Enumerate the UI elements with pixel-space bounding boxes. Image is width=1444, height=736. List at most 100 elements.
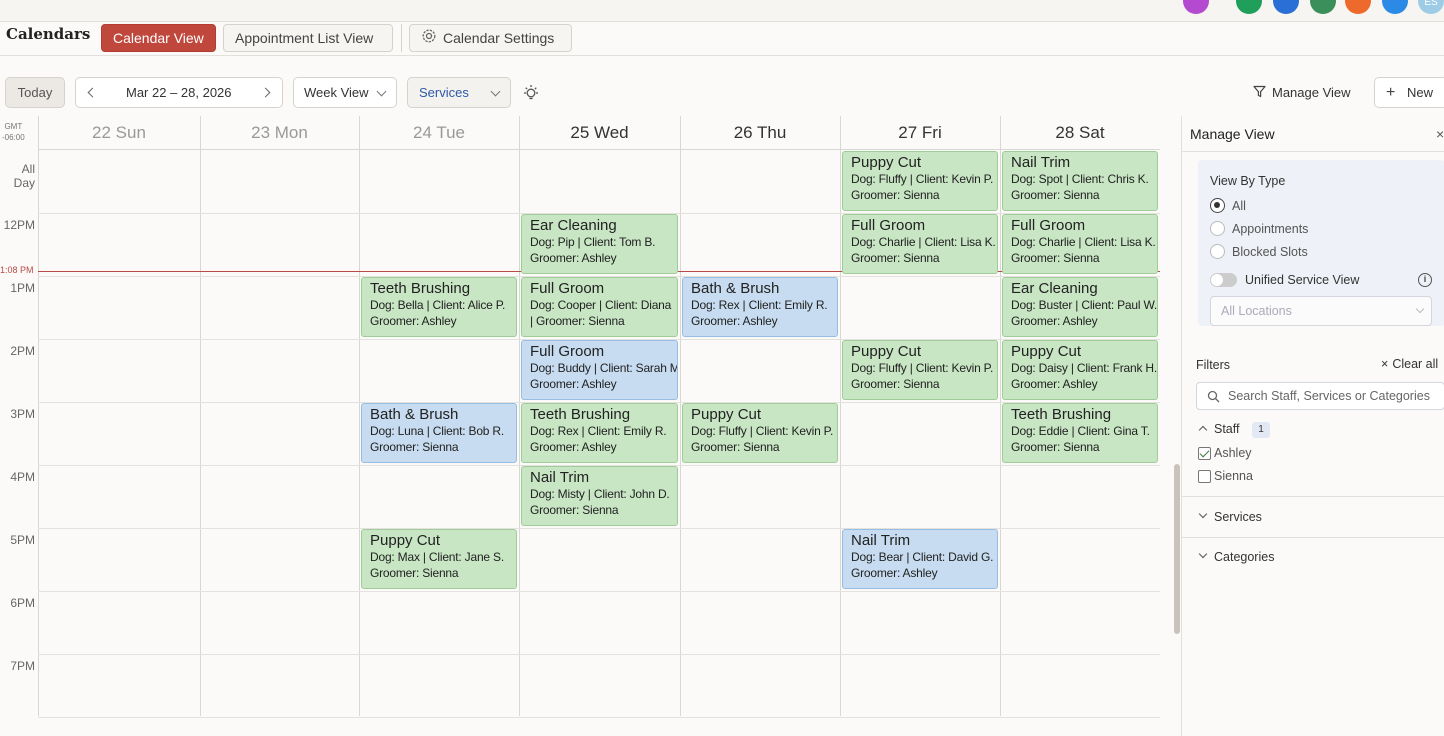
time-slot-line xyxy=(38,654,1160,655)
appointment-card[interactable]: Teeth Brushing Dog: Bella | Client: Alice… xyxy=(361,277,517,337)
lightbulb-icon[interactable] xyxy=(522,84,540,102)
services-section-header[interactable]: Services xyxy=(1196,508,1444,528)
chevron-down-icon xyxy=(1198,509,1208,519)
staff-label-sienna: Sienna xyxy=(1214,469,1253,483)
appointment-card[interactable]: Bath & Brush Dog: Rex | Client: Emily R. G… xyxy=(682,277,838,337)
day-column-divider xyxy=(38,116,39,716)
appointment-card[interactable]: Puppy Cut Dog: Fluffy | Client: Kevin P. G… xyxy=(682,403,838,463)
appointment-service: Puppy Cut xyxy=(691,406,762,423)
filter-icon xyxy=(1253,84,1266,104)
time-label: 6PM xyxy=(10,596,35,610)
appointment-details: Dog: Spot | Client: Chris K. xyxy=(1011,172,1149,186)
categories-label: Categories xyxy=(1214,550,1275,564)
user-avatar[interactable]: ES xyxy=(1418,0,1444,14)
radio-blocked-slots[interactable] xyxy=(1210,244,1225,259)
clear-all-button[interactable]: × Clear all xyxy=(1381,357,1438,371)
unified-service-view-toggle[interactable] xyxy=(1210,273,1237,287)
radio-all[interactable] xyxy=(1210,198,1225,213)
staff-checkbox-ashley[interactable] xyxy=(1198,447,1211,460)
day-column-divider xyxy=(680,116,681,716)
tab-calendar-view[interactable]: Calendar View xyxy=(101,24,216,52)
appointment-card[interactable]: Full Groom Dog: Buddy | Client: Sarah M. G… xyxy=(521,340,678,400)
appointment-groomer: Groomer: Ashley xyxy=(851,566,938,580)
categories-section-header[interactable]: Categories xyxy=(1196,548,1444,568)
new-button[interactable]: + New xyxy=(1374,77,1444,108)
filters-label: Filters xyxy=(1196,358,1231,372)
appointment-card[interactable]: Nail Trim Dog: Bear | Client: David G. Gro… xyxy=(842,529,998,589)
radio-all-label[interactable]: All xyxy=(1232,199,1246,213)
next-week-icon[interactable] xyxy=(260,87,271,98)
close-icon[interactable]: × xyxy=(1436,126,1444,142)
info-icon[interactable]: i xyxy=(1418,273,1432,287)
day-header[interactable]: 25 Wed xyxy=(519,116,680,150)
staff-section-header[interactable]: Staff 1 xyxy=(1196,420,1444,440)
radio-appointments[interactable] xyxy=(1210,221,1225,236)
day-header[interactable]: 26 Thu xyxy=(680,116,840,150)
tab-calendar-settings[interactable]: Calendar Settings xyxy=(409,24,572,52)
appointment-service: Full Groom xyxy=(851,217,926,234)
appointment-card[interactable]: Puppy Cut Dog: Fluffy | Client: Kevin P. G… xyxy=(842,151,998,211)
radio-blocked-slots-label[interactable]: Blocked Slots xyxy=(1232,245,1308,259)
date-range-picker[interactable]: Mar 22 – 28, 2026 xyxy=(75,77,283,108)
appointment-card[interactable]: Full Groom Dog: Charlie | Client: Lisa K.… xyxy=(842,214,998,274)
locations-select[interactable]: All Locations xyxy=(1210,296,1432,326)
tab-label: Calendar View xyxy=(113,30,204,46)
day-header[interactable]: 24 Tue xyxy=(359,116,519,150)
appointment-groomer: | Groomer: Sienna xyxy=(530,314,625,328)
app-icon-4[interactable] xyxy=(1310,0,1336,14)
previous-week-icon[interactable] xyxy=(87,87,98,98)
day-header[interactable]: 22 Sun xyxy=(38,116,200,150)
appointment-details: Dog: Bella | Client: Alice P. xyxy=(370,298,506,312)
appointment-service: Bath & Brush xyxy=(691,280,780,297)
day-column-divider xyxy=(200,116,201,716)
manage-view-button[interactable]: Manage View xyxy=(1253,83,1351,103)
notifications-icon[interactable] xyxy=(1345,0,1371,14)
time-label: 7PM xyxy=(10,659,35,673)
appointment-details: Dog: Fluffy | Client: Kevin P. xyxy=(851,172,994,186)
app-icon-1[interactable] xyxy=(1183,0,1209,14)
appointment-card[interactable]: Puppy Cut Dog: Daisy | Client: Frank H. Gr… xyxy=(1002,340,1158,400)
help-icon[interactable] xyxy=(1382,0,1408,14)
appointment-card[interactable]: Nail Trim Dog: Spot | Client: Chris K. Gro… xyxy=(1002,151,1158,211)
chevron-up-icon xyxy=(1198,425,1208,435)
manage-view-label: Manage View xyxy=(1272,85,1351,100)
tab-appointment-list-view[interactable]: Appointment List View xyxy=(223,24,393,52)
day-header[interactable]: 27 Fri xyxy=(840,116,1000,150)
view-by-type-label: View By Type xyxy=(1210,174,1286,188)
tab-divider xyxy=(401,24,402,52)
timezone-line-1: GMT xyxy=(4,122,23,131)
day-header[interactable]: 28 Sat xyxy=(1000,116,1160,150)
services-filter-value: Services xyxy=(419,85,469,100)
appointment-details: Dog: Bear | Client: David G. xyxy=(851,550,994,564)
calendar-scrollbar[interactable] xyxy=(1174,464,1180,634)
week-calendar-grid: GMT -06:00 22 Sun 23 Mon 24 Tue 25 Wed 26 Thu… xyxy=(0,116,1160,718)
appointment-card[interactable]: Bath & Brush Dog: Luna | Client: Bob R. Gr… xyxy=(361,403,517,463)
top-app-strip: ES xyxy=(0,0,1444,22)
appointment-groomer: Groomer: Ashley xyxy=(370,314,457,328)
appointment-details: Dog: Rex | Client: Emily R. xyxy=(691,298,828,312)
appointment-card[interactable]: Ear Cleaning Dog: Pip | Client: Tom B. Gro… xyxy=(521,214,678,274)
appointment-card[interactable]: Teeth Brushing Dog: Rex | Client: Emily R… xyxy=(521,403,678,463)
day-header[interactable]: 23 Mon xyxy=(200,116,359,150)
appointment-card[interactable]: Puppy Cut Dog: Fluffy | Client: Kevin P. G… xyxy=(842,340,998,400)
search-input[interactable]: Search Staff, Services or Categories xyxy=(1196,382,1444,410)
appointment-details: Dog: Charlie | Client: Lisa K. xyxy=(851,235,996,249)
app-icon-3[interactable] xyxy=(1273,0,1299,14)
app-icon-2[interactable] xyxy=(1236,0,1262,14)
view-select[interactable]: Week View xyxy=(293,77,397,108)
appointment-card[interactable]: Nail Trim Dog: Misty | Client: John D. Gro… xyxy=(521,466,678,526)
appointment-card[interactable]: Full Groom Dog: Charlie | Client: Lisa K.… xyxy=(1002,214,1158,274)
appointment-card[interactable]: Ear Cleaning Dog: Buster | Client: Paul W… xyxy=(1002,277,1158,337)
chevron-down-icon xyxy=(376,86,387,97)
appointment-card[interactable]: Full Groom Dog: Cooper | Client: Diana | G… xyxy=(521,277,678,337)
appointment-card[interactable]: Teeth Brushing Dog: Eddie | Client: Gina … xyxy=(1002,403,1158,463)
appointment-card[interactable]: Puppy Cut Dog: Max | Client: Jane S. Groom… xyxy=(361,529,517,589)
staff-checkbox-sienna[interactable] xyxy=(1198,470,1211,483)
services-filter-select[interactable]: Services xyxy=(407,77,511,108)
radio-appointments-label[interactable]: Appointments xyxy=(1232,222,1308,236)
today-button[interactable]: Today xyxy=(5,77,65,108)
appointment-details: Dog: Cooper | Client: Diana xyxy=(530,298,672,312)
staff-count-badge: 1 xyxy=(1252,422,1270,438)
appointment-groomer: Groomer: Sienna xyxy=(1011,251,1100,265)
appointment-service: Full Groom xyxy=(530,280,605,297)
